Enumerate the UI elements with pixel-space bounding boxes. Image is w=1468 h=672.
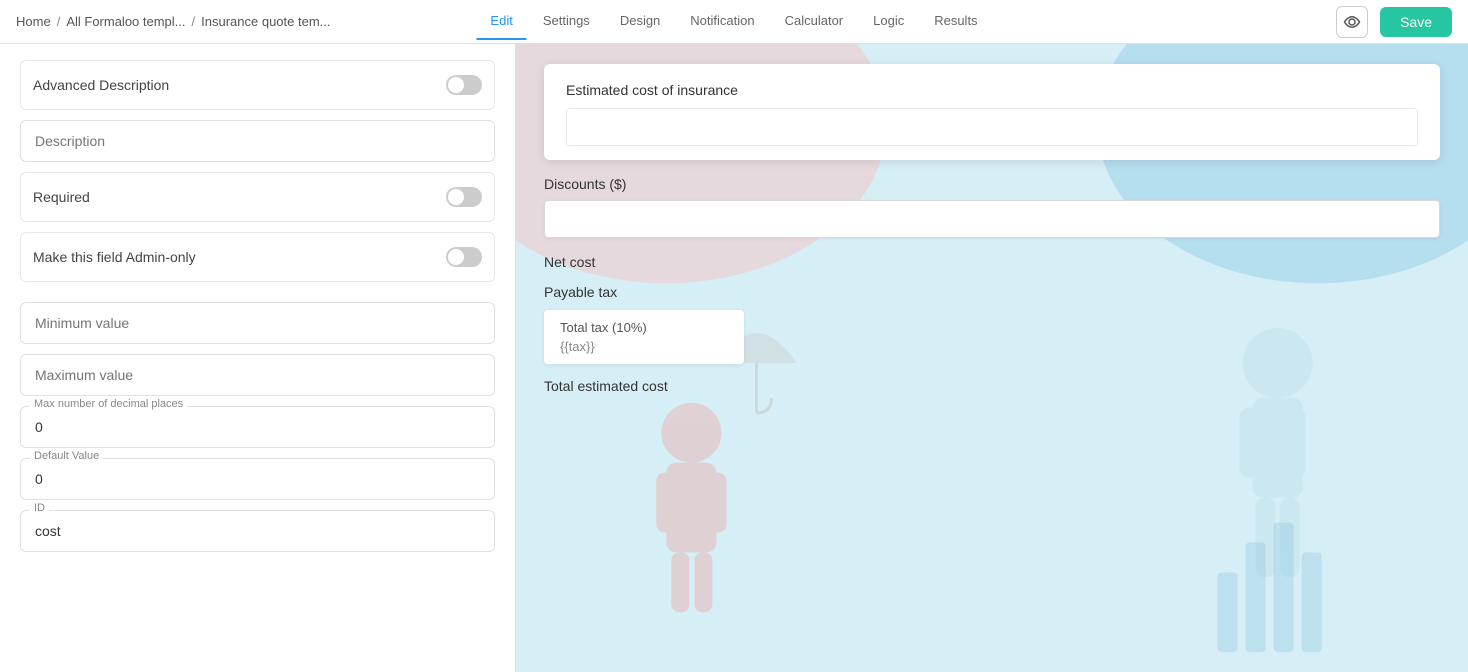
net-cost-section: Net cost [544, 254, 1440, 270]
discounts-input-box [544, 200, 1440, 238]
required-row: Required [20, 172, 495, 222]
default-value-wrapper: Default Value [20, 458, 495, 500]
toggle-slider-required [446, 187, 482, 207]
tab-logic[interactable]: Logic [859, 3, 918, 40]
tab-edit[interactable]: Edit [476, 3, 526, 40]
default-value-input[interactable] [20, 458, 495, 500]
id-input[interactable] [20, 510, 495, 552]
id-label: ID [30, 502, 49, 514]
max-value-wrapper [20, 354, 495, 396]
estimated-cost-card: Estimated cost of insurance [544, 64, 1440, 160]
total-tax-value: {{tax}} [560, 339, 728, 354]
tab-notification[interactable]: Notification [676, 3, 768, 40]
required-label: Required [33, 189, 90, 205]
total-estimated-section: Total estimated cost [544, 378, 1440, 394]
toggle-slider-admin [446, 247, 482, 267]
advanced-description-label: Advanced Description [33, 77, 169, 93]
tab-calculator[interactable]: Calculator [771, 3, 858, 40]
discounts-section: Discounts ($) [544, 176, 1440, 238]
tab-settings[interactable]: Settings [529, 3, 604, 40]
total-tax-label: Total tax (10%) [560, 320, 728, 335]
main-layout: Advanced Description Required Make this … [0, 0, 1468, 672]
save-button[interactable]: Save [1380, 7, 1452, 37]
net-cost-label: Net cost [544, 254, 1440, 270]
breadcrumb-sep2: / [192, 14, 196, 29]
required-toggle[interactable] [446, 187, 482, 207]
admin-only-toggle[interactable] [446, 247, 482, 267]
description-input-wrapper [20, 120, 495, 162]
max-decimal-input[interactable] [20, 406, 495, 448]
form-preview-content: Estimated cost of insurance Discounts ($… [516, 44, 1468, 414]
description-input[interactable] [20, 120, 495, 162]
admin-only-row: Make this field Admin-only [20, 232, 495, 282]
total-tax-card: Total tax (10%) {{tax}} [544, 310, 744, 364]
payable-tax-section: Payable tax Total tax (10%) {{tax}} [544, 284, 1440, 364]
estimated-cost-label: Estimated cost of insurance [566, 82, 1418, 98]
breadcrumb-home[interactable]: Home [16, 14, 51, 29]
tab-design[interactable]: Design [606, 3, 674, 40]
top-navigation: Home / All Formaloo templ... / Insurance… [0, 0, 1468, 44]
payable-tax-label: Payable tax [544, 284, 1440, 300]
breadcrumb: Home / All Formaloo templ... / Insurance… [16, 14, 331, 29]
toggle-slider [446, 75, 482, 95]
id-wrapper: ID [20, 510, 495, 552]
advanced-description-row: Advanced Description [20, 60, 495, 110]
total-estimated-label: Total estimated cost [544, 378, 1440, 394]
default-value-label: Default Value [30, 450, 103, 462]
admin-only-label: Make this field Admin-only [33, 249, 196, 265]
preview-button[interactable] [1336, 6, 1368, 38]
nav-tabs: Edit Settings Design Notification Calcul… [476, 3, 991, 40]
advanced-description-toggle[interactable] [446, 75, 482, 95]
discounts-label: Discounts ($) [544, 176, 1440, 192]
min-value-wrapper [20, 302, 495, 344]
breadcrumb-all-templates[interactable]: All Formaloo templ... [66, 14, 185, 29]
max-decimal-wrapper: Max number of decimal places [20, 406, 495, 448]
min-value-input[interactable] [20, 302, 495, 344]
right-panel: Estimated cost of insurance Discounts ($… [516, 44, 1468, 672]
estimated-cost-input-box [566, 108, 1418, 146]
tab-results[interactable]: Results [920, 3, 991, 40]
max-value-input[interactable] [20, 354, 495, 396]
left-panel: Advanced Description Required Make this … [0, 44, 516, 672]
breadcrumb-sep1: / [57, 14, 61, 29]
max-decimal-label: Max number of decimal places [30, 398, 187, 410]
breadcrumb-current[interactable]: Insurance quote tem... [201, 14, 330, 29]
nav-actions: Save [1336, 6, 1452, 38]
